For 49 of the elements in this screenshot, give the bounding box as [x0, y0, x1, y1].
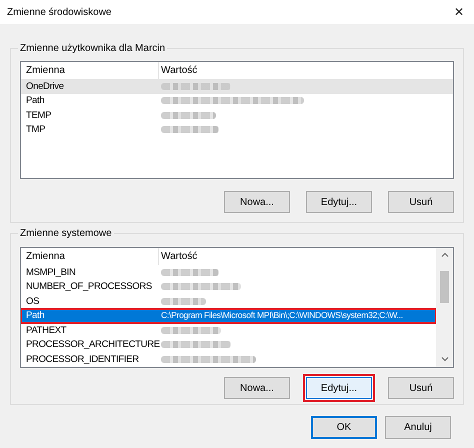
- variable-name: Path: [25, 94, 46, 108]
- list-row[interactable]: MSMPI_BIN: [21, 265, 436, 280]
- column-header[interactable]: Wartość: [159, 65, 198, 76]
- variable-name: Path: [25, 309, 46, 322]
- blurred-value: [161, 341, 231, 348]
- blurred-value: [161, 126, 219, 134]
- column-header[interactable]: Wartość: [159, 251, 198, 262]
- action-button[interactable]: Usuń: [388, 191, 454, 213]
- action-button[interactable]: Nowa...: [224, 191, 290, 213]
- list-row[interactable]: PROCESSOR_ARCHITECTURE: [21, 338, 436, 352]
- dialog-button[interactable]: OK: [311, 416, 377, 439]
- dialog-button[interactable]: Anuluj: [385, 416, 451, 439]
- variable-name: OneDrive: [25, 80, 65, 93]
- list-row[interactable]: OS: [21, 294, 436, 308]
- list-row[interactable]: Path C:\Program Files\Microsoft MPI\Bin\;C:\WINDOWS\system32;C:\W...: [21, 308, 436, 323]
- action-button[interactable]: Nowa...: [224, 377, 290, 399]
- variable-name: OS: [25, 294, 40, 308]
- action-button[interactable]: Edytuj...: [306, 191, 372, 213]
- scrollbar[interactable]: [436, 248, 453, 367]
- close-button[interactable]: ✕: [444, 0, 474, 24]
- action-button[interactable]: Usuń: [388, 377, 454, 399]
- blurred-value: [161, 112, 216, 119]
- blurred-value: [161, 326, 221, 334]
- list-row[interactable]: NUMBER_OF_PROCESSORS: [21, 280, 436, 294]
- action-button[interactable]: Edytuj...: [306, 377, 372, 399]
- list-row[interactable]: OneDrive: [21, 79, 453, 94]
- list-row[interactable]: PATHEXT: [21, 323, 436, 338]
- variable-name: MSMPI_BIN: [25, 266, 77, 279]
- variable-name: TEMP: [25, 108, 52, 122]
- variable-name: PROCESSOR_ARCHITECTURE: [25, 338, 159, 352]
- blurred-value: [161, 268, 219, 276]
- scroll-down-icon[interactable]: [440, 357, 448, 362]
- column-header[interactable]: Zmienna: [21, 248, 159, 265]
- scrollbar-thumb[interactable]: [440, 271, 449, 303]
- list-row[interactable]: Path: [21, 94, 453, 108]
- group-title: Zmienne systemowe: [18, 227, 114, 240]
- variable-value: C:\Program Files\Microsoft MPI\Bin\;C:\WINDOWS\system32;C:\W...: [160, 309, 403, 322]
- blurred-value: [161, 82, 231, 90]
- variable-name: TMP: [25, 123, 46, 136]
- scroll-up-icon[interactable]: [440, 252, 448, 257]
- list-row[interactable]: PROCESSOR_IDENTIFIER: [21, 352, 436, 366]
- list-row[interactable]: TEMP: [21, 108, 453, 122]
- window-title: Zmienne środowiskowe: [7, 6, 112, 18]
- variable-name: NUMBER_OF_PROCESSORS: [25, 280, 153, 294]
- variable-name: PROCESSOR_IDENTIFIER: [25, 352, 140, 366]
- list-row[interactable]: TMP: [21, 122, 453, 137]
- variable-name: PATHEXT: [25, 324, 68, 337]
- group-title: Zmienne użytkownika dla Marcin: [18, 42, 168, 55]
- blurred-value: [161, 298, 206, 305]
